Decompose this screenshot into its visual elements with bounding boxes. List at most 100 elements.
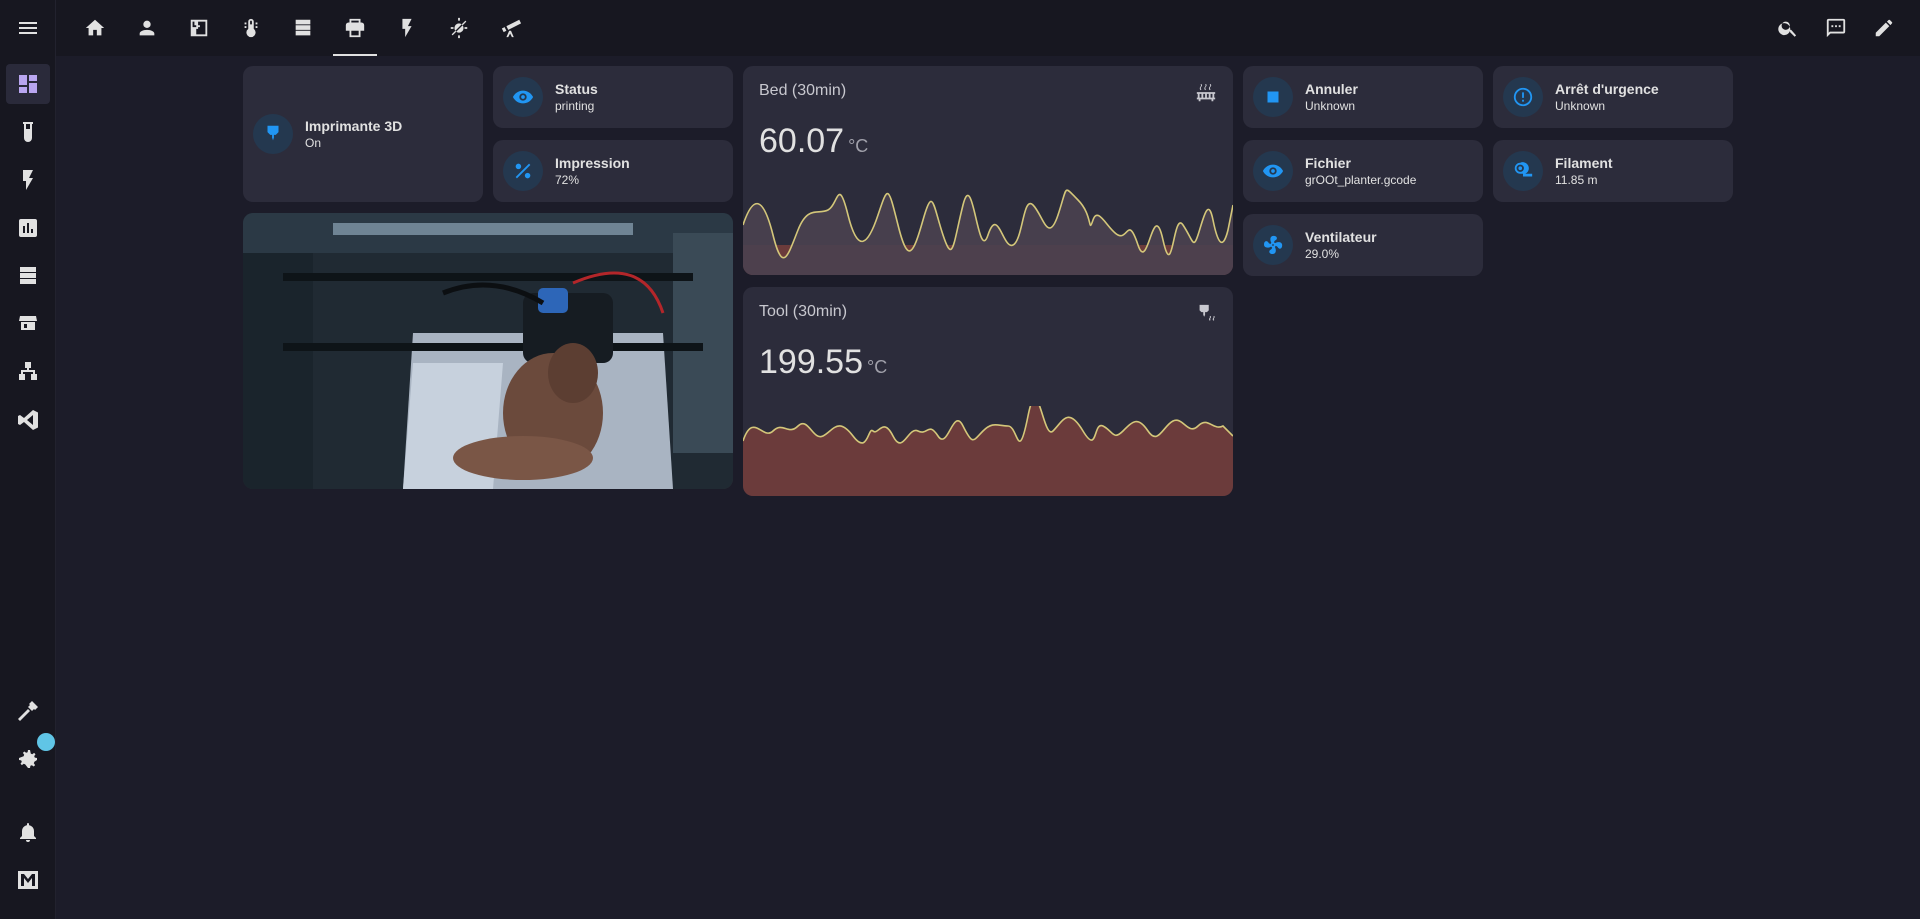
notification-badge: [37, 733, 55, 751]
tile-state: printing: [555, 99, 595, 113]
tile-icon: [503, 77, 543, 117]
fichier-tile[interactable]: Fichier grOOt_planter.gcode: [1243, 140, 1483, 202]
sidebar-item-dashboard[interactable]: [6, 64, 50, 104]
filament-tile[interactable]: Filament 11.85 m: [1493, 140, 1733, 202]
tab-astronomy[interactable]: [487, 0, 535, 56]
tile-state: Unknown: [1555, 99, 1606, 113]
graph-value-number: 60.07: [759, 122, 845, 160]
tile-state: 29.0%: [1305, 247, 1340, 261]
graph-title: Tool (30min): [759, 303, 848, 320]
eye-icon: [1262, 164, 1284, 178]
tile-name: Annuler: [1305, 81, 1358, 97]
sidebar-item-profile[interactable]: [6, 860, 50, 900]
tool-sparkline: [743, 406, 1233, 496]
annuler-tile[interactable]: Annuler Unknown: [1243, 66, 1483, 128]
printer-nozzle-icon: [267, 125, 279, 141]
telescope-icon: [501, 19, 522, 38]
search-icon: [1778, 21, 1797, 37]
impression-tile[interactable]: Impression 72%: [493, 140, 733, 202]
sidebar-item-server[interactable]: [6, 256, 50, 296]
chart-box-icon: [19, 219, 37, 237]
top-toolbar: [56, 0, 1920, 56]
graph-value-unit: °C: [867, 357, 888, 377]
hacs-icon: [19, 316, 37, 330]
user-avatar-icon: [18, 871, 38, 889]
graph-value: 60.07 °C: [759, 122, 868, 161]
printer-nozzle-heat-icon: [1197, 304, 1215, 321]
tile-icon: [1503, 77, 1543, 117]
tool-temperature-graph-card[interactable]: Tool (30min) 199.55 °C: [743, 287, 1233, 496]
sparkline-area: [743, 190, 1233, 275]
tab-3d-printer[interactable]: [331, 0, 379, 56]
tile-icon: [503, 151, 543, 191]
tile-icon: [253, 114, 293, 154]
tile-icon: [1253, 77, 1293, 117]
vscode-icon: [18, 410, 38, 430]
sidebar-item-notifications[interactable]: [6, 812, 50, 852]
hammer-icon: [18, 701, 38, 721]
comment-icon: [1826, 18, 1846, 38]
pencil-icon: [1875, 19, 1893, 37]
tile-state: 72%: [555, 173, 580, 187]
search-button[interactable]: [1768, 8, 1808, 48]
sidebar-item-hacs[interactable]: [6, 304, 50, 344]
tab-servers[interactable]: [279, 0, 327, 56]
sidebar-item-settings[interactable]: [6, 733, 55, 779]
fan-icon: [1264, 235, 1283, 254]
thermometer-icon: [244, 18, 258, 38]
sparkline-area: [743, 406, 1233, 496]
tile-icon: [1253, 151, 1293, 191]
printer-tile[interactable]: Imprimante 3D On: [243, 66, 483, 202]
tab-climate[interactable]: [227, 0, 275, 56]
alert-circle-icon: [1513, 87, 1533, 107]
graph-icon-wrap: [1195, 82, 1217, 104]
tile-icon: [1503, 151, 1543, 191]
sidebar-item-vscode[interactable]: [6, 400, 50, 440]
tile-name: Impression: [555, 155, 630, 171]
tab-home[interactable]: [71, 0, 119, 56]
graph-value: 199.55 °C: [759, 343, 887, 382]
tab-energy[interactable]: [383, 0, 431, 56]
tile-state: 11.85 m: [1555, 173, 1598, 187]
graph-title: Bed (30min): [759, 82, 847, 99]
dashboard-icon: [19, 75, 37, 93]
sidebar-item-lab[interactable]: [6, 112, 50, 152]
radiator-icon: [1196, 83, 1216, 102]
graph-icon-wrap: [1195, 303, 1217, 325]
lightning-icon: [402, 18, 412, 38]
sidebar-item-developer-tools[interactable]: [6, 691, 50, 731]
graph-value-number: 199.55: [759, 343, 863, 381]
tile-name: Fichier: [1305, 155, 1351, 171]
tab-weather[interactable]: [435, 0, 483, 56]
sidebar-item-energy[interactable]: [6, 160, 50, 200]
emergency-stop-tile[interactable]: Arrêt d'urgence Unknown: [1493, 66, 1733, 128]
spool-icon: [1514, 162, 1533, 177]
weather-icon: [450, 17, 468, 39]
edit-dashboard-button[interactable]: [1864, 8, 1904, 48]
camera-image: [243, 213, 733, 489]
tile-icon: [1253, 225, 1293, 265]
gear-icon: [19, 750, 37, 768]
tile-name: Arrêt d'urgence: [1555, 81, 1659, 97]
bed-temperature-graph-card[interactable]: Bed (30min) 60.07 °C: [743, 66, 1233, 275]
server-icon: [20, 267, 36, 284]
status-tile[interactable]: Status printing: [493, 66, 733, 128]
assist-button[interactable]: [1816, 8, 1856, 48]
printer-camera-feed[interactable]: [243, 213, 733, 489]
sidebar-item-history[interactable]: [6, 208, 50, 248]
menu-button[interactable]: [6, 8, 50, 48]
server-icon: [295, 19, 311, 36]
tile-state: On: [305, 136, 322, 150]
flask-icon: [23, 122, 33, 142]
bell-icon: [20, 823, 36, 842]
sidebar-item-network[interactable]: [6, 352, 50, 392]
printer-3d-icon: [345, 18, 365, 38]
tab-person[interactable]: [123, 0, 171, 56]
tab-floorplan[interactable]: [175, 0, 223, 56]
sidebar: [0, 0, 56, 919]
stop-icon: [1267, 91, 1279, 103]
home-icon: [85, 19, 105, 36]
graph-value-unit: °C: [848, 136, 869, 156]
tile-name: Status: [555, 81, 598, 97]
ventilateur-tile[interactable]: Ventilateur 29.0%: [1243, 214, 1483, 276]
